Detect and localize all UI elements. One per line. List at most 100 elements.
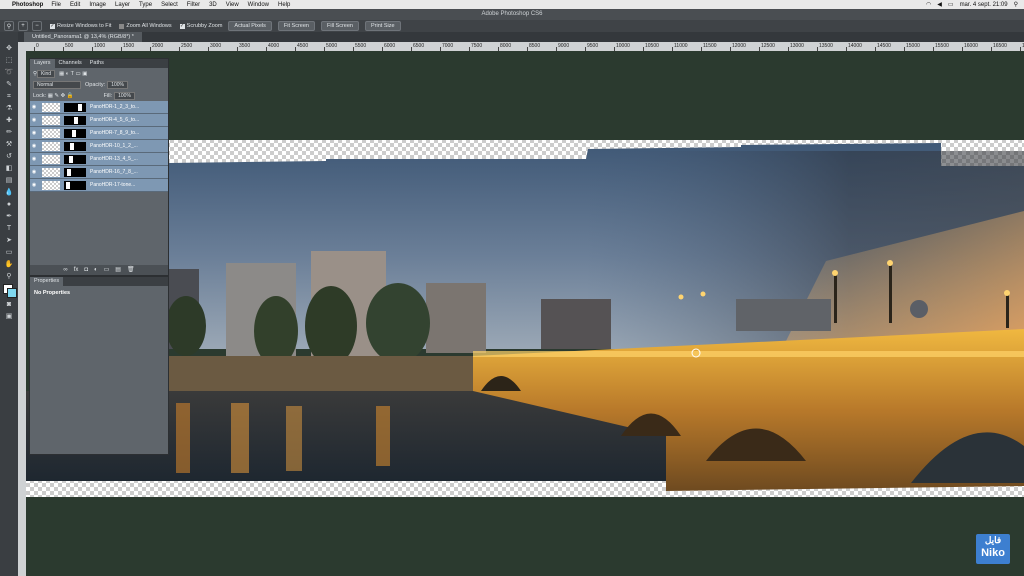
- layer-row[interactable]: ◉ PanoHDR-1_2_3_to...: [30, 101, 168, 114]
- new-group-icon[interactable]: ▭: [104, 265, 110, 275]
- tab-layers[interactable]: Layers: [30, 59, 55, 68]
- menu-3d[interactable]: 3D: [209, 2, 217, 8]
- filter-pixel-icon[interactable]: ▦: [59, 71, 64, 77]
- kind-filter-select[interactable]: Kind: [37, 69, 56, 78]
- blend-mode-select[interactable]: Normal: [33, 80, 81, 89]
- eraser-tool-icon[interactable]: ◧: [4, 164, 14, 173]
- lasso-tool-icon[interactable]: ➰: [4, 68, 14, 77]
- add-mask-icon[interactable]: ◘: [84, 265, 88, 275]
- volume-icon[interactable]: ◀: [937, 1, 942, 8]
- wifi-icon[interactable]: ◠: [926, 1, 931, 8]
- shape-tool-icon[interactable]: ▭: [4, 248, 14, 257]
- tab-channels[interactable]: Channels: [55, 59, 86, 68]
- background-color-swatch[interactable]: [7, 288, 17, 298]
- menu-edit[interactable]: Edit: [70, 2, 80, 8]
- fill-field[interactable]: 100%: [114, 91, 135, 100]
- spotlight-icon[interactable]: ⚲: [1014, 1, 1018, 8]
- lock-move-icon[interactable]: ✥: [61, 93, 66, 99]
- filter-type-icon[interactable]: T: [71, 71, 74, 77]
- healing-tool-icon[interactable]: ✚: [4, 116, 14, 125]
- menu-file[interactable]: File: [51, 2, 61, 8]
- lock-all-icon[interactable]: 🔒: [67, 93, 74, 99]
- layer-mask-thumbnail[interactable]: [64, 141, 86, 151]
- trash-icon[interactable]: 🗑: [127, 265, 135, 275]
- layer-mask-thumbnail[interactable]: [64, 115, 86, 125]
- layer-mask-thumbnail[interactable]: [64, 180, 86, 190]
- pen-tool-icon[interactable]: ✒: [4, 212, 14, 221]
- layer-row[interactable]: ◉ PanoHDR-16_7_8_...: [30, 166, 168, 179]
- menu-help[interactable]: Help: [278, 2, 290, 8]
- eye-icon[interactable]: ◉: [30, 143, 38, 149]
- brush-tool-icon[interactable]: ✏: [4, 128, 14, 137]
- layer-mask-thumbnail[interactable]: [64, 128, 86, 138]
- layer-row[interactable]: ◉ PanoHDR-4_5_6_to...: [30, 114, 168, 127]
- menu-view[interactable]: View: [226, 2, 239, 8]
- app-menu[interactable]: Photoshop: [12, 2, 43, 8]
- layer-row[interactable]: ◉ PanoHDR-7_8_9_to...: [30, 127, 168, 140]
- battery-icon[interactable]: ▭: [948, 1, 954, 8]
- new-layer-icon[interactable]: ▤: [115, 265, 121, 275]
- stamp-tool-icon[interactable]: ⚒: [4, 140, 14, 149]
- menu-window[interactable]: Window: [248, 2, 269, 8]
- eye-icon[interactable]: ◉: [30, 104, 38, 110]
- fit-screen-button[interactable]: Fit Screen: [277, 21, 315, 31]
- gradient-tool-icon[interactable]: ▤: [4, 176, 14, 185]
- quick-mask-icon[interactable]: ◙: [4, 300, 14, 309]
- layer-row[interactable]: ◉ PanoHDR-13_4_5_...: [30, 153, 168, 166]
- eye-icon[interactable]: ◉: [30, 156, 38, 162]
- eye-icon[interactable]: ◉: [30, 169, 38, 175]
- link-layers-icon[interactable]: ∞: [63, 265, 67, 275]
- blur-tool-icon[interactable]: 💧: [4, 188, 14, 197]
- layer-row[interactable]: ◉ PanoHDR-17-tone...: [30, 179, 168, 192]
- ruler-label: 12000: [732, 43, 746, 49]
- marquee-tool-icon[interactable]: ⬚: [4, 56, 14, 65]
- hand-tool-icon[interactable]: ✋: [4, 260, 14, 269]
- quick-select-tool-icon[interactable]: ✎: [4, 80, 14, 89]
- clock[interactable]: mar. 4 sept. 21:09: [960, 2, 1008, 8]
- dodge-tool-icon[interactable]: ●: [4, 200, 14, 209]
- horizontal-ruler[interactable]: 0 500 1000 1500 2000 2500 3000 3500 4000 4500 5000…: [26, 42, 1024, 51]
- zoom-tool-icon[interactable]: ⚲: [4, 272, 14, 281]
- layer-mask-thumbnail[interactable]: [64, 154, 86, 164]
- lock-pixels-icon[interactable]: ▦: [48, 93, 53, 99]
- tab-properties[interactable]: Properties: [30, 277, 64, 286]
- resize-windows-checkbox[interactable]: ✓ Resize Windows to Fit: [50, 23, 111, 29]
- zoom-tool-icon[interactable]: ⚲: [4, 21, 14, 31]
- type-tool-icon[interactable]: T: [4, 224, 14, 233]
- tab-paths[interactable]: Paths: [86, 59, 108, 68]
- print-size-button[interactable]: Print Size: [364, 21, 401, 31]
- filter-shape-icon[interactable]: ▭: [76, 71, 81, 77]
- eye-icon[interactable]: ◉: [30, 117, 38, 123]
- layer-row[interactable]: ◉ PanoHDR-10_1_2_...: [30, 140, 168, 153]
- zoom-out-icon[interactable]: −: [32, 21, 42, 31]
- lock-brush-icon[interactable]: ✎: [54, 93, 59, 99]
- eye-icon[interactable]: ◉: [30, 130, 38, 136]
- menu-layer[interactable]: Layer: [115, 2, 130, 8]
- eye-icon[interactable]: ◉: [30, 182, 38, 188]
- layer-mask-thumbnail[interactable]: [64, 102, 86, 112]
- adjustment-layer-icon[interactable]: ◐: [94, 265, 98, 275]
- menu-filter[interactable]: Filter: [187, 2, 200, 8]
- document-canvas[interactable]: [26, 51, 1024, 576]
- screen-mode-icon[interactable]: ▣: [4, 312, 14, 321]
- filter-smart-icon[interactable]: ▣: [82, 71, 87, 77]
- history-brush-tool-icon[interactable]: ↺: [4, 152, 14, 161]
- move-tool-icon[interactable]: ✥: [4, 44, 14, 53]
- crop-tool-icon[interactable]: ⌗: [4, 92, 14, 101]
- path-select-tool-icon[interactable]: ➤: [4, 236, 14, 245]
- zoom-in-icon[interactable]: +: [18, 21, 28, 31]
- fill-screen-button[interactable]: Fill Screen: [321, 21, 359, 31]
- filter-adjustment-icon[interactable]: ◐: [66, 71, 69, 77]
- menu-type[interactable]: Type: [139, 2, 152, 8]
- opacity-field[interactable]: 100%: [107, 80, 128, 89]
- zoom-all-windows-checkbox[interactable]: Zoom All Windows: [119, 23, 172, 29]
- menu-select[interactable]: Select: [161, 2, 178, 8]
- vertical-ruler[interactable]: [18, 42, 26, 576]
- layer-mask-thumbnail[interactable]: [64, 167, 86, 177]
- layer-style-icon[interactable]: fx: [74, 265, 79, 275]
- menu-image[interactable]: Image: [89, 2, 106, 8]
- eyedropper-tool-icon[interactable]: ⚗: [4, 104, 14, 113]
- scrubby-zoom-checkbox[interactable]: ✓ Scrubby Zoom: [179, 23, 222, 29]
- actual-pixels-button[interactable]: Actual Pixels: [228, 21, 272, 31]
- document-tab[interactable]: Untitled_Panorama1 @ 13,4% (RGB/8*) *: [24, 32, 142, 42]
